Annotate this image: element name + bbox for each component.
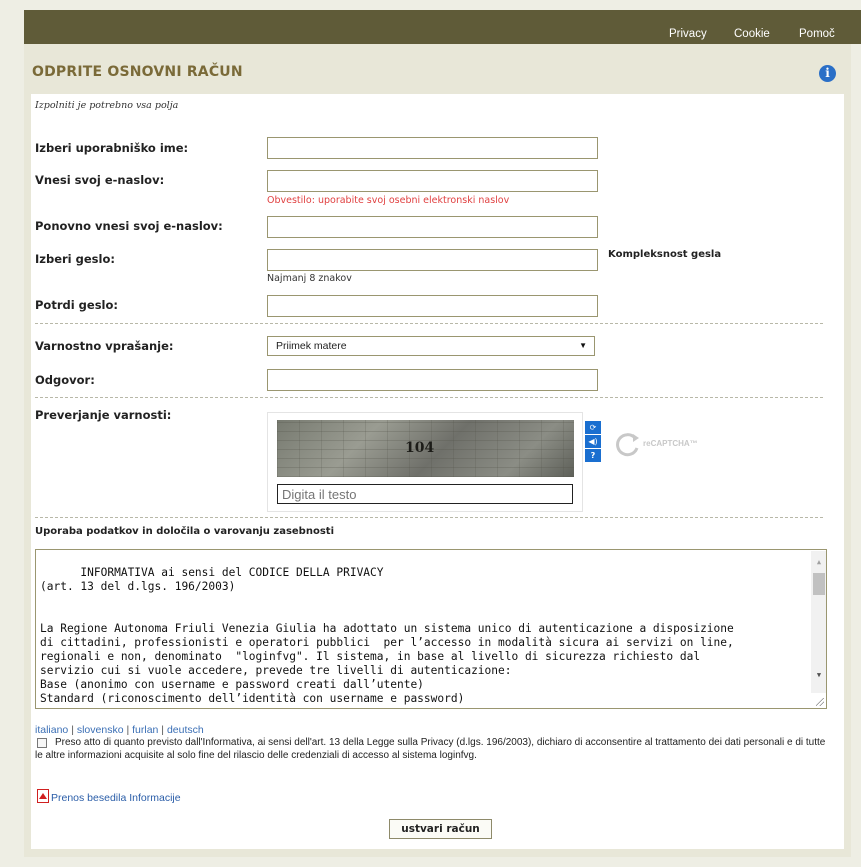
- captcha-input[interactable]: [277, 484, 573, 504]
- password-label: Izberi geslo:: [35, 252, 115, 266]
- language-links: italiano | slovensko | furlan | deutsch: [35, 724, 204, 736]
- create-account-button[interactable]: ustvari račun: [389, 819, 492, 839]
- resize-grip-icon[interactable]: [816, 698, 824, 706]
- password-confirm-input[interactable]: [267, 295, 598, 317]
- captcha-label: Preverjanje varnosti:: [35, 408, 172, 422]
- privacy-heading: Uporaba podatkov in določila o varovanju…: [35, 526, 334, 537]
- help-link[interactable]: Pomoč: [799, 28, 835, 40]
- recaptcha-logo: reCAPTCHA™: [613, 430, 709, 460]
- captcha-word: 104: [405, 440, 435, 456]
- chevron-down-icon: ▼: [579, 341, 587, 350]
- registration-form: Izpolniti je potrebno vsa polja Izberi u…: [31, 94, 844, 849]
- audio-icon[interactable]: ◀): [585, 435, 601, 448]
- privacy-textarea[interactable]: INFORMATIVA ai sensi del CODICE DELLA PR…: [35, 549, 827, 709]
- email-input[interactable]: [267, 170, 598, 192]
- username-input[interactable]: [267, 137, 598, 159]
- answer-input[interactable]: [267, 369, 598, 391]
- consent-text: Preso atto di quanto previsto dall'Infor…: [35, 737, 826, 761]
- security-question-select[interactable]: Priimek matere ▼: [267, 336, 595, 356]
- divider: [35, 397, 823, 398]
- answer-label: Odgovor:: [35, 373, 95, 387]
- recaptcha-brand: reCAPTCHA™: [643, 439, 698, 448]
- pdf-download-link[interactable]: Prenos besedila Informacije: [37, 789, 181, 804]
- divider: [35, 323, 823, 324]
- captcha-widget: 104 ⟳ ◀) ? reCAPTCHA™: [267, 412, 698, 512]
- lang-slovensko[interactable]: slovensko: [77, 724, 124, 736]
- top-bar: Privacy Cookie Pomoč: [24, 10, 861, 44]
- scrollbar[interactable]: ▲ ▼: [811, 551, 826, 693]
- username-label: Izberi uporabniško ime:: [35, 141, 189, 155]
- email-confirm-label: Ponovno vnesi svoj e-naslov:: [35, 219, 223, 233]
- security-question-value: Priimek matere: [276, 340, 347, 352]
- refresh-icon[interactable]: ⟳: [585, 421, 601, 434]
- email-confirm-input[interactable]: [267, 216, 598, 238]
- cookie-link[interactable]: Cookie: [734, 28, 770, 40]
- captcha-image: 104: [277, 420, 574, 477]
- lang-italiano[interactable]: italiano: [35, 724, 68, 736]
- scroll-thumb[interactable]: [813, 573, 825, 595]
- email-warning: Obvestilo: uporabite svoj osebni elektro…: [267, 195, 510, 206]
- email-label: Vnesi svoj e-naslov:: [35, 173, 165, 187]
- password-strength-label: Kompleksnost gesla: [608, 249, 722, 260]
- info-icon[interactable]: i: [819, 65, 836, 82]
- scroll-up-icon[interactable]: ▲: [811, 555, 826, 569]
- lang-furlan[interactable]: furlan: [132, 724, 158, 736]
- registration-panel: ODPRITE OSNOVNI RAČUN i Izpolniti je pot…: [24, 44, 851, 857]
- lang-deutsch[interactable]: deutsch: [167, 724, 204, 736]
- required-fields-note: Izpolniti je potrebno vsa polja: [35, 100, 179, 111]
- help-icon[interactable]: ?: [585, 449, 601, 462]
- scroll-down-icon[interactable]: ▼: [811, 668, 826, 682]
- privacy-text-content: INFORMATIVA ai sensi del CODICE DELLA PR…: [40, 566, 734, 705]
- privacy-link[interactable]: Privacy: [669, 28, 707, 40]
- divider: [35, 517, 823, 518]
- pdf-link-label: Prenos besedila Informacije: [51, 792, 181, 804]
- recaptcha-mark-icon: [616, 433, 639, 457]
- password-confirm-label: Potrdi geslo:: [35, 298, 118, 312]
- page-title: ODPRITE OSNOVNI RAČUN: [32, 64, 243, 80]
- password-input[interactable]: [267, 249, 598, 271]
- pdf-icon: [37, 789, 49, 803]
- security-question-label: Varnostno vprašanje:: [35, 339, 174, 353]
- consent-checkbox[interactable]: [37, 738, 47, 748]
- password-hint: Najmanj 8 znakov: [267, 273, 352, 284]
